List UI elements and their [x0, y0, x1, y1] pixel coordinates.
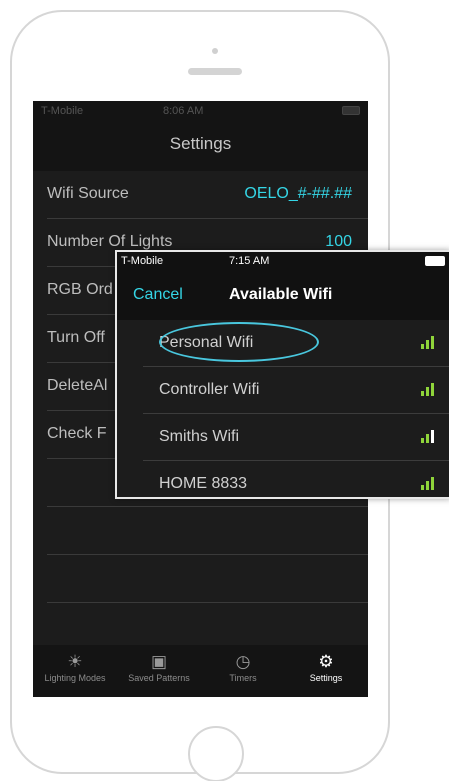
carrier-label: T-Mobile	[41, 105, 84, 117]
signal-strength-icon	[421, 335, 435, 349]
settings-label: RGB Ord	[47, 281, 113, 298]
wifi-network-row-smiths[interactable]: Smiths Wifi	[143, 414, 449, 461]
selection-highlight	[159, 322, 319, 362]
settings-label: Wifi Source	[47, 185, 129, 202]
settings-row-wifi-source[interactable]: Wifi Source OELO_#-##.##	[47, 171, 368, 219]
signal-strength-icon	[421, 382, 435, 396]
tab-timers[interactable]: ◷ Timers	[201, 651, 285, 683]
settings-label: Check F	[47, 425, 107, 442]
tab-label: Saved Patterns	[128, 673, 190, 683]
speaker-grille	[188, 68, 242, 75]
tab-label: Timers	[229, 673, 257, 683]
battery-icon	[425, 256, 445, 266]
page-title: Settings	[33, 121, 368, 171]
popup-status-bar: T-Mobile 7:15 AM	[117, 252, 449, 270]
carrier-label: T-Mobile	[121, 255, 164, 267]
signal-strength-icon	[421, 476, 435, 490]
sun-icon: ☀	[67, 652, 83, 671]
settings-row-empty	[47, 507, 368, 555]
home-button[interactable]	[188, 726, 244, 781]
settings-row-empty	[47, 555, 368, 603]
alarm-icon: ◷	[235, 652, 251, 671]
settings-label: Number Of Lights	[47, 233, 173, 250]
available-wifi-popup: T-Mobile 7:15 AM Cancel Available Wifi P…	[115, 250, 449, 499]
wifi-network-row-controller[interactable]: Controller Wifi	[143, 367, 449, 414]
camera-dot	[212, 48, 218, 54]
wifi-network-name: Controller Wifi	[159, 381, 260, 398]
battery-icon	[342, 106, 360, 115]
tab-bar: ☀ Lighting Modes ▣ Saved Patterns ◷ Time…	[33, 645, 368, 697]
popup-title: Available Wifi	[229, 286, 333, 303]
cancel-button[interactable]: Cancel	[133, 286, 183, 304]
tab-lighting-modes[interactable]: ☀ Lighting Modes	[33, 651, 117, 683]
status-bar: T-Mobile 8:06 AM	[33, 101, 368, 121]
wifi-network-name: HOME 8833	[159, 475, 248, 492]
tab-saved-patterns[interactable]: ▣ Saved Patterns	[117, 651, 201, 683]
status-time: 7:15 AM	[229, 255, 270, 267]
tab-label: Lighting Modes	[44, 673, 106, 683]
wifi-network-row-home[interactable]: HOME 8833	[143, 461, 449, 508]
gear-icon: ⚙	[318, 652, 334, 671]
settings-row-empty	[47, 603, 368, 651]
settings-label: DeleteAl	[47, 377, 108, 394]
tab-label: Settings	[309, 673, 343, 683]
popup-nav-bar: Cancel Available Wifi	[117, 270, 449, 320]
signal-strength-icon	[421, 429, 435, 443]
save-icon: ▣	[150, 652, 168, 671]
settings-label: Turn Off	[47, 329, 105, 346]
wifi-network-list: Personal Wifi Controller Wifi Smiths Wif…	[117, 320, 449, 508]
wifi-network-name: Smiths Wifi	[159, 428, 239, 445]
tab-settings[interactable]: ⚙ Settings	[284, 651, 368, 683]
status-time: 8:06 AM	[163, 105, 204, 117]
wifi-network-row-personal[interactable]: Personal Wifi	[143, 320, 449, 367]
wifi-source-value: OELO_#-##.##	[244, 185, 352, 202]
